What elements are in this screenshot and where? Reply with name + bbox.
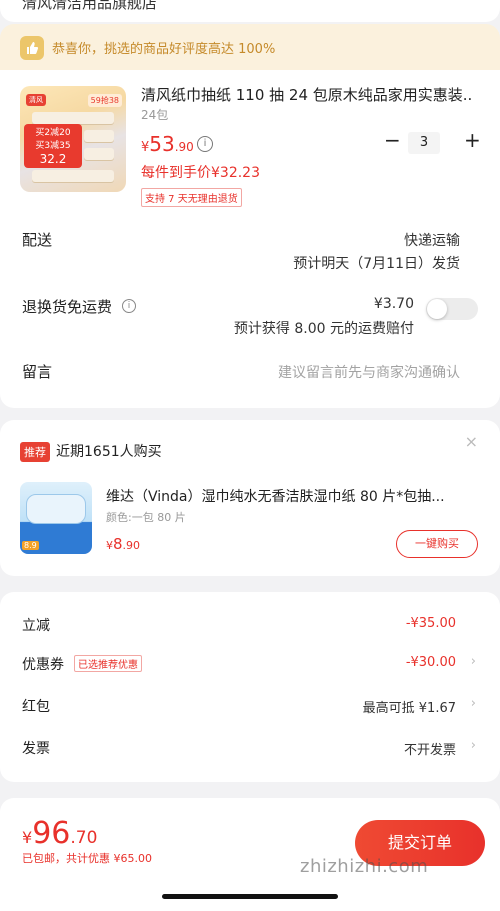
invoice-label[interactable]: 发票 (22, 738, 50, 758)
invoice-value[interactable]: 不开发票 (404, 739, 456, 758)
recommend-heading: 近期1651人购买 (56, 444, 162, 460)
recommend-spec: 颜色:一包 80 片 (106, 511, 186, 524)
tissue-pack (84, 130, 114, 142)
product-price: ¥53.90 (141, 132, 194, 156)
toggle-knob (427, 299, 447, 319)
delivery-method[interactable]: 快递运输 (404, 230, 460, 250)
promo-sticker: 买2减20 买3减35 32.2 (24, 124, 82, 168)
return-shipping-note: 预计获得 8.00 元的运费赔付 (233, 321, 414, 337)
product-spec[interactable]: 24包 (141, 106, 168, 123)
message-label: 留言 (22, 363, 53, 381)
price-info-icon[interactable]: i (197, 136, 213, 152)
price-summary-card: 立减 -¥35.00 优惠券 已选推荐优惠 -¥30.00 › 红包 最高可抵 … (0, 592, 500, 782)
net-price: 每件到手价¥32.23 (141, 165, 260, 181)
wipes-pack (26, 494, 86, 524)
tissue-pack (32, 170, 114, 182)
savings-text: 已包邮，共计优惠 ¥65.00 (22, 852, 152, 865)
image-price: 8.9 (22, 541, 39, 550)
return-policy-badge: 支持 7 天无理由退货 (141, 188, 242, 207)
coupon-value[interactable]: -¥30.00 (406, 655, 456, 670)
decrease-button[interactable]: − (384, 128, 401, 152)
coupon-tag: 已选推荐优惠 (74, 655, 142, 672)
product-card: 清风 59抢38 买2减20 买3减35 32.2 清风纸巾抽纸 110 抽 2… (0, 70, 500, 408)
chevron-right-icon[interactable]: › (471, 696, 476, 711)
one-click-buy-button[interactable]: 一键购买 (396, 530, 478, 558)
rating-text: 恭喜你，挑选的商品好评度高达 100% (52, 42, 276, 57)
checkout-bar: ¥96.70 已包邮，共计优惠 ¥65.00 提交订单 zhizhizhi.co… (0, 798, 500, 911)
message-input[interactable]: 建议留言前先与商家沟通确认 (278, 362, 460, 382)
quantity-stepper: − 3 + (384, 128, 481, 154)
return-info-icon[interactable]: i (122, 299, 136, 313)
store-name: 清风清洁用品旗舰店 (22, 0, 158, 12)
return-shipping-label: 退换货免运费 (22, 298, 113, 316)
recommend-badge: 推荐 (20, 442, 50, 462)
thumbs-up-icon (20, 36, 44, 60)
store-header: 清风清洁用品旗舰店 (0, 0, 500, 22)
recommend-price: ¥8.90 (106, 535, 141, 553)
chevron-right-icon[interactable]: › (471, 738, 476, 753)
delivery-eta: 预计明天（7月11日）发货 (293, 256, 460, 272)
watermark: zhizhizhi.com (300, 856, 429, 877)
brand-tag: 清风 (26, 94, 46, 106)
chevron-right-icon[interactable]: › (471, 654, 476, 669)
increase-button[interactable]: + (464, 128, 481, 152)
product-image[interactable]: 清风 59抢38 买2减20 买3减35 32.2 (20, 86, 126, 192)
close-icon[interactable]: × (465, 432, 478, 451)
rating-banner: 恭喜你，挑选的商品好评度高达 100% (0, 24, 500, 70)
recommendation-card: 推荐 近期1651人购买 × 8.9 维达（Vinda）湿巾纯水无香洁肤湿巾纸 … (0, 420, 500, 576)
delivery-label: 配送 (22, 231, 53, 249)
return-shipping-price: ¥3.70 (373, 296, 414, 312)
product-title[interactable]: 清风纸巾抽纸 110 抽 24 包原木纯品家用实惠装... (141, 84, 471, 105)
return-shipping-toggle[interactable] (426, 298, 478, 320)
coupon-label[interactable]: 优惠券 (22, 654, 64, 674)
quantity-input[interactable]: 3 (408, 132, 440, 154)
recommend-product-image[interactable]: 8.9 (20, 482, 92, 554)
image-price-tag: 59抢38 (87, 94, 122, 107)
tissue-pack (84, 148, 114, 160)
red-packet-value[interactable]: 最高可抵 ¥1.67 (363, 697, 456, 716)
tissue-pack (32, 112, 114, 124)
red-packet-label[interactable]: 红包 (22, 696, 50, 716)
discount-label: 立减 (22, 618, 50, 634)
home-indicator[interactable] (162, 894, 338, 899)
discount-value: -¥35.00 (405, 616, 456, 631)
total-price: ¥96.70 (22, 816, 98, 851)
recommend-title[interactable]: 维达（Vinda）湿巾纯水无香洁肤湿巾纸 80 片*包抽... (106, 486, 478, 506)
